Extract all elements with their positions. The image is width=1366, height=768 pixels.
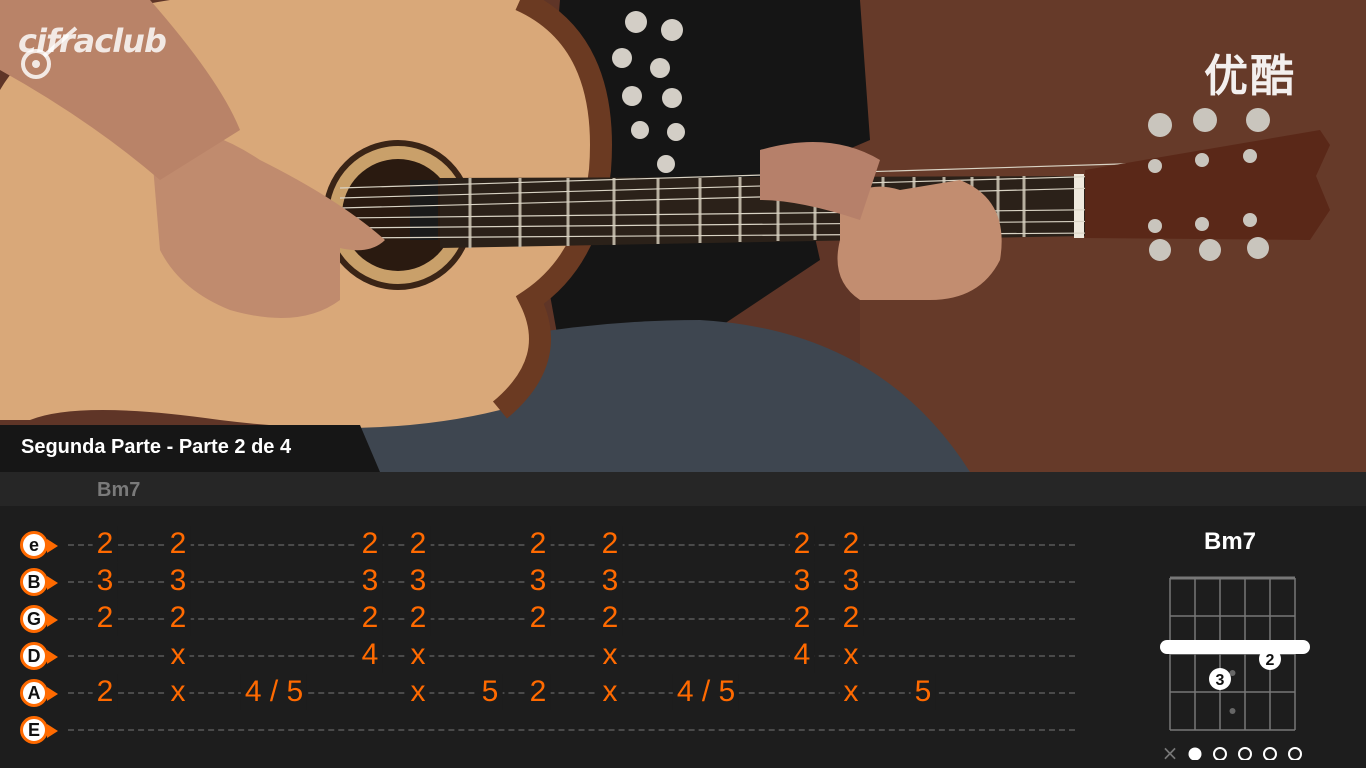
chord-diagram-name: Bm7 <box>1203 528 1257 555</box>
tab-string-B: B33333333 <box>0 563 1080 599</box>
tab-note: 5 <box>477 674 503 710</box>
tab-panel: Bm7 e22222222B33333333G22222222Dx4xx4xA2… <box>0 472 1366 768</box>
chord-fretboard: 3 2 × <box>1160 576 1310 760</box>
youku-watermark: 优酷 <box>1204 51 1296 102</box>
root-string-marker <box>1188 747 1202 760</box>
tab-note: x <box>839 674 863 710</box>
tab-note: 3 <box>838 563 864 599</box>
tab-note: 2 <box>92 526 118 562</box>
tab-note: 3 <box>597 563 623 599</box>
tab-note: 2 <box>597 600 623 636</box>
tab-note: 2 <box>357 600 383 636</box>
finger-number: 2 <box>1266 652 1275 669</box>
tab-note: 2 <box>92 600 118 636</box>
tab-note: 2 <box>165 600 191 636</box>
open-string-marker <box>1213 747 1227 760</box>
tab-string-e: e22222222 <box>0 526 1080 562</box>
tab-note: 4 / 5 <box>672 674 740 710</box>
tab-note: x <box>406 674 430 710</box>
tab-note: x <box>839 637 863 673</box>
open-string-marker <box>1263 747 1277 760</box>
cifraclub-watermark: cifraclub <box>18 22 167 79</box>
tab-note: x <box>166 674 190 710</box>
tab-note: 4 <box>789 637 815 673</box>
tab-note: x <box>598 637 622 673</box>
string-name-badge: E <box>20 716 58 744</box>
section-title: Segunda Parte - Parte 2 de 4 <box>0 425 380 472</box>
tab-note: 3 <box>165 563 191 599</box>
tab-note: x <box>406 637 430 673</box>
string-name-badge: e <box>20 531 58 559</box>
tab-string-D: Dx4xx4x <box>0 637 1080 673</box>
tab-note: 2 <box>525 600 551 636</box>
tab-note: 4 <box>357 637 383 673</box>
guitar-scene <box>0 0 1366 472</box>
string-name-badge: D <box>20 642 58 670</box>
chord-strip: Bm7 <box>0 472 1366 506</box>
tab-note: 3 <box>525 563 551 599</box>
tab-note: 2 <box>405 526 431 562</box>
finger-number: 3 <box>1216 672 1225 689</box>
tab-note: 2 <box>789 526 815 562</box>
tab-string-line <box>68 581 1075 583</box>
tab-note: x <box>598 674 622 710</box>
tab-string-line <box>68 729 1075 731</box>
chord-diagram: Bm7 3 2 × <box>1150 522 1320 762</box>
tab-note: 3 <box>789 563 815 599</box>
tab-note: x <box>166 637 190 673</box>
tab-string-line <box>68 618 1075 620</box>
string-name-badge: A <box>20 679 58 707</box>
video-frame[interactable]: cifraclub 优酷 Segunda Parte - Parte 2 de … <box>0 0 1366 472</box>
tab-string-E: E <box>0 715 1080 745</box>
current-chord-label: Bm7 <box>97 479 141 501</box>
fret-marker-dot <box>1229 670 1236 676</box>
tab-note: 3 <box>405 563 431 599</box>
tab-note: 2 <box>525 526 551 562</box>
tab-note: 4 / 5 <box>240 674 308 710</box>
fret-marker-dot <box>1229 708 1236 714</box>
open-string-marker <box>1288 747 1302 760</box>
guitar-logo-icon <box>21 26 78 79</box>
tab-note: 2 <box>92 674 118 710</box>
tab-note: 3 <box>92 563 118 599</box>
string-name-badge: G <box>20 605 58 633</box>
tab-note: 2 <box>405 600 431 636</box>
open-string-marker <box>1238 747 1252 760</box>
tab-note: 2 <box>597 526 623 562</box>
tab-note: 3 <box>357 563 383 599</box>
tab-string-G: G22222222 <box>0 600 1080 636</box>
tab-note: 2 <box>838 526 864 562</box>
tab-string-A: A2x4 / 5x52x4 / 5x5 <box>0 674 1080 710</box>
tab-string-line <box>68 544 1075 546</box>
tab-note: 2 <box>838 600 864 636</box>
tab-note: 2 <box>525 674 551 710</box>
tab-note: 2 <box>789 600 815 636</box>
string-name-badge: B <box>20 568 58 596</box>
tab-note: 2 <box>165 526 191 562</box>
tab-note: 5 <box>910 674 936 710</box>
muted-string-marker: × <box>1162 741 1179 760</box>
tab-note: 2 <box>357 526 383 562</box>
tab-string-line <box>68 655 1075 657</box>
